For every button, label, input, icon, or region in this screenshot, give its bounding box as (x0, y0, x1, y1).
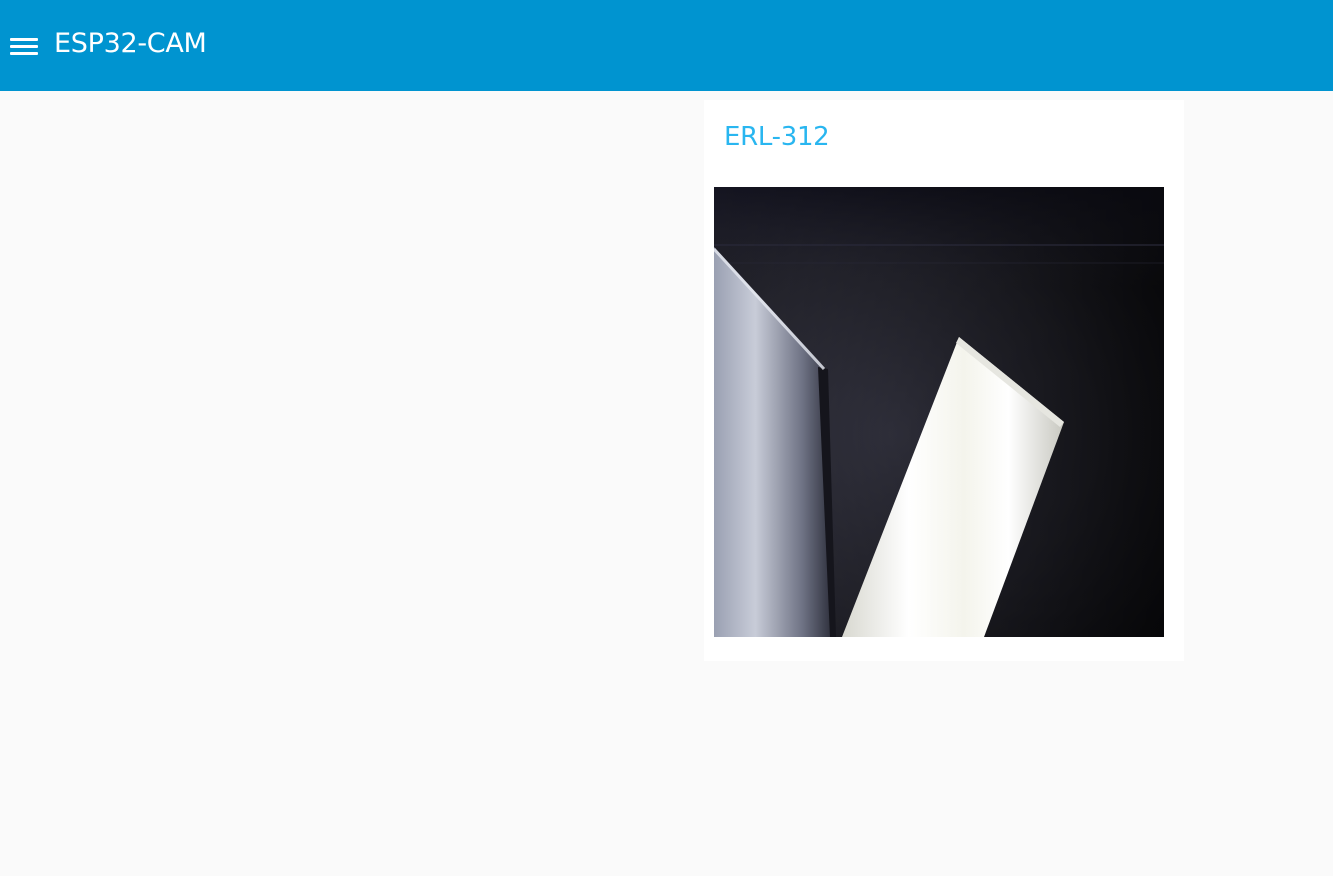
camera-name: ERL-312 (724, 122, 830, 152)
menu-button[interactable] (8, 34, 40, 60)
app-header: ESP32-CAM (0, 0, 1333, 91)
camera-card: ERL-312 (704, 100, 1184, 661)
camera-stream-image (714, 187, 1164, 637)
app-title: ESP32-CAM (54, 28, 207, 59)
